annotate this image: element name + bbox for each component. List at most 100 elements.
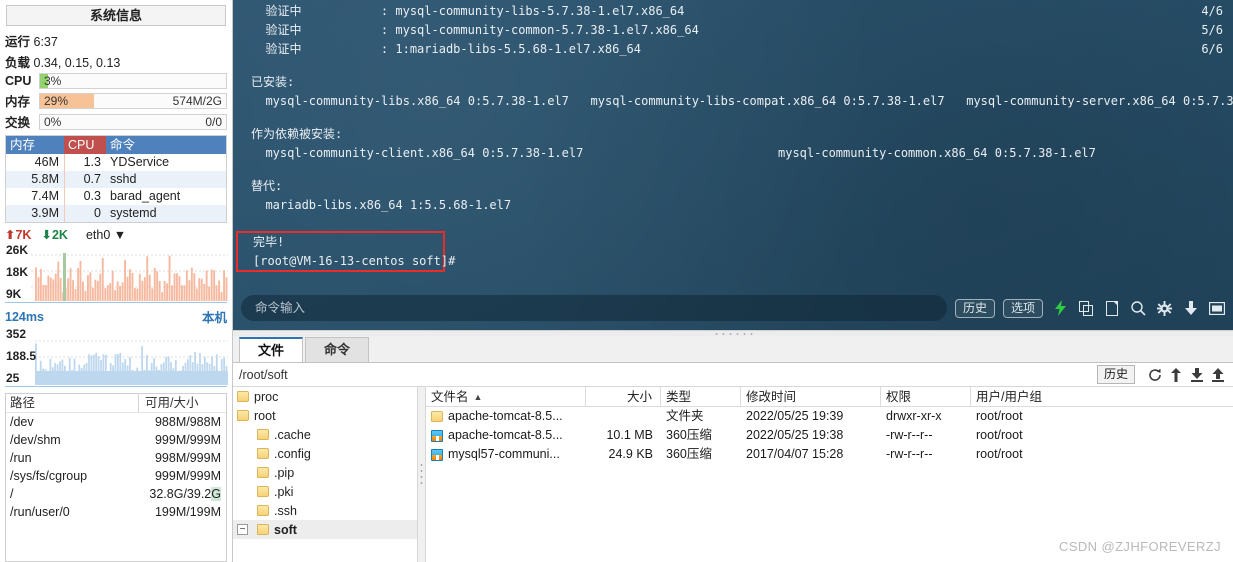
- tree-splitter[interactable]: [418, 387, 426, 562]
- process-row[interactable]: 3.9M 0 systemd: [6, 205, 226, 222]
- file-col-header-5[interactable]: 用户/用户组: [971, 387, 1233, 406]
- download-icon[interactable]: [1188, 366, 1206, 384]
- process-row[interactable]: 7.4M 0.3 barad_agent: [6, 188, 226, 205]
- process-table-header: 内存 CPU 命令: [6, 136, 226, 154]
- terminal-line: 验证中 : mysql-community-common-5.7.38-1.el…: [233, 21, 1233, 40]
- file-col-header-0[interactable]: 文件名 ▲: [426, 387, 586, 406]
- network-graph-header: ⬆7K ⬇2K eth0 ▼: [5, 227, 227, 243]
- disk-col-size[interactable]: 可用/大小: [138, 394, 226, 412]
- process-row[interactable]: 5.8M 0.7 sshd: [6, 171, 226, 188]
- disk-row[interactable]: /sys/fs/cgroup 999M/999M: [6, 467, 226, 485]
- file-perm-cell: -rw-r--r--: [886, 447, 933, 461]
- search-icon[interactable]: [1130, 300, 1147, 317]
- terminal-options-button[interactable]: 选项: [1002, 298, 1043, 318]
- file-list[interactable]: 文件名 ▲ 大小 类型 修改时间 权限 用户/用户组 apache-tomcat-8.5.…: [426, 387, 1233, 562]
- file-panel: 文件 命令 /root/soft 历史 proc root .cache .co…: [233, 336, 1233, 562]
- folder-icon: [237, 410, 249, 421]
- folder-icon: [257, 467, 269, 478]
- upload-icon[interactable]: [1209, 366, 1227, 384]
- copy-icon[interactable]: [1078, 300, 1095, 317]
- tree-node-dot-pip[interactable]: .pip: [233, 463, 417, 482]
- file-list-header: 文件名 ▲ 大小 类型 修改时间 权限 用户/用户组: [426, 387, 1233, 407]
- interface-selector[interactable]: eth0 ▼: [86, 228, 126, 242]
- up-arrow-icon: ⬆: [5, 228, 16, 242]
- command-bar: 历史 选项: [233, 292, 1233, 324]
- file-history-button[interactable]: 历史: [1096, 365, 1135, 384]
- disk-col-path[interactable]: 路径: [6, 394, 138, 412]
- network-sparkline: [31, 253, 228, 301]
- file-row[interactable]: apache-tomcat-8.5... 文件夹 2022/05/25 19:39 d…: [426, 407, 1233, 426]
- splitter-grip-icon: [713, 332, 753, 336]
- command-input[interactable]: [241, 295, 947, 321]
- file-row[interactable]: apache-tomcat-8.5... 10.1 MB 360压缩 2022/05/…: [426, 426, 1233, 445]
- file-col-header-2[interactable]: 类型: [661, 387, 741, 406]
- path-input[interactable]: /root/soft: [239, 368, 1097, 382]
- file-mtime-cell: 2022/05/25 19:39: [746, 409, 844, 423]
- file-row[interactable]: mysql57-communi... 24.9 KB 360压缩 2017/04/07…: [426, 445, 1233, 464]
- tree-node-dot-cache[interactable]: .cache: [233, 425, 417, 444]
- upload-rate: ⬆7K: [5, 228, 32, 242]
- meter-label: 交换: [5, 116, 31, 130]
- file-type-cell: 文件夹: [666, 409, 704, 423]
- paste-icon[interactable]: [1104, 300, 1121, 317]
- window-icon[interactable]: [1208, 300, 1225, 317]
- file-panel-tabs: 文件 命令: [233, 336, 1233, 362]
- process-cmd: YDService: [110, 155, 170, 169]
- file-list-rows: apache-tomcat-8.5... 文件夹 2022/05/25 19:39 d…: [426, 407, 1233, 464]
- tree-node-dot-pki[interactable]: .pki: [233, 482, 417, 501]
- file-col-header-3[interactable]: 修改时间: [741, 387, 881, 406]
- disk-row[interactable]: /dev/shm 999M/999M: [6, 431, 226, 449]
- terminal-line: 验证中 : mysql-community-libs-5.7.38-1.el7.…: [233, 2, 1233, 21]
- process-col-cpu[interactable]: CPU: [64, 136, 106, 154]
- disk-row[interactable]: /run 998M/999M: [6, 449, 226, 467]
- terminal-line-text: mysql-community-libs.x86_64 0:5.7.38-1.e…: [251, 94, 1233, 108]
- file-name-cell: apache-tomcat-8.5...: [426, 407, 586, 426]
- lightning-icon[interactable]: [1052, 300, 1069, 317]
- disk-path: /run: [10, 451, 32, 465]
- terminal-history-button[interactable]: 历史: [954, 298, 995, 318]
- disk-row[interactable]: / 32.8G/39.2G: [6, 485, 226, 503]
- tree-node-soft[interactable]: − soft: [233, 520, 417, 539]
- disk-size: 988M/988M: [154, 415, 221, 429]
- panel-splitter[interactable]: [233, 330, 1233, 336]
- collapse-icon[interactable]: −: [237, 524, 248, 535]
- loadavg-label: 负载: [5, 56, 31, 70]
- process-cmd: barad_agent: [110, 189, 181, 203]
- disk-size: 32.8G/39.2G: [149, 487, 221, 501]
- tree-node-dot-config[interactable]: .config: [233, 444, 417, 463]
- gear-icon[interactable]: [1156, 300, 1173, 317]
- terminal-line: mariadb-libs.x86_64 1:5.5.68-1.el7: [233, 196, 1233, 215]
- terminal-line: 已安装:: [233, 73, 1233, 92]
- terminal-line-counter: 4/6: [1201, 4, 1223, 18]
- down-arrow-icon: ⬇: [41, 228, 52, 242]
- terminal-line-col1: mysql-community-client.x86_64 0:5.7.38-1…: [251, 146, 584, 160]
- refresh-icon[interactable]: [1146, 366, 1164, 384]
- folder-icon: [257, 505, 269, 516]
- process-row[interactable]: 46M 1.3 YDService: [6, 154, 226, 171]
- tab-命令[interactable]: 命令: [305, 337, 370, 362]
- system-info-title: 系统信息: [6, 5, 226, 26]
- file-col-header-4[interactable]: 权限: [881, 387, 971, 406]
- terminal-output[interactable]: 验证中 : mysql-community-libs-5.7.38-1.el7.…: [233, 0, 1233, 330]
- right-pane: 验证中 : mysql-community-libs-5.7.38-1.el7.…: [233, 0, 1233, 562]
- tree-node-root[interactable]: root: [233, 406, 417, 425]
- tree-node-dot-ssh[interactable]: .ssh: [233, 501, 417, 520]
- file-col-header-1[interactable]: 大小: [586, 387, 661, 406]
- disk-size: 999M/999M: [154, 433, 221, 447]
- disk-row[interactable]: /dev 988M/988M: [6, 413, 226, 431]
- download-icon[interactable]: [1182, 300, 1199, 317]
- tab-文件[interactable]: 文件: [239, 337, 304, 362]
- terminal-line-col2: mysql-community-common.x86_64 0:5.7.38-1…: [778, 146, 1096, 160]
- network-y-axis: 26K 18K 9K: [6, 243, 28, 302]
- process-cpu: 1.3: [64, 154, 106, 171]
- process-col-cmd[interactable]: 命令: [106, 136, 226, 154]
- disk-path: /run/user/0: [10, 505, 70, 519]
- latency-host[interactable]: 本机: [202, 307, 227, 326]
- latency-value: 124ms: [5, 309, 44, 324]
- directory-tree[interactable]: proc root .cache .config .pip .pki .ssh − soft: [233, 387, 418, 562]
- disk-row[interactable]: /run/user/0 199M/199M: [6, 503, 226, 521]
- latency-graph-block: 124ms 本机 352 188.5 25: [5, 307, 228, 387]
- process-col-mem[interactable]: 内存: [6, 136, 64, 154]
- up-arrow-icon[interactable]: [1167, 366, 1185, 384]
- tree-node-proc[interactable]: proc: [233, 387, 417, 406]
